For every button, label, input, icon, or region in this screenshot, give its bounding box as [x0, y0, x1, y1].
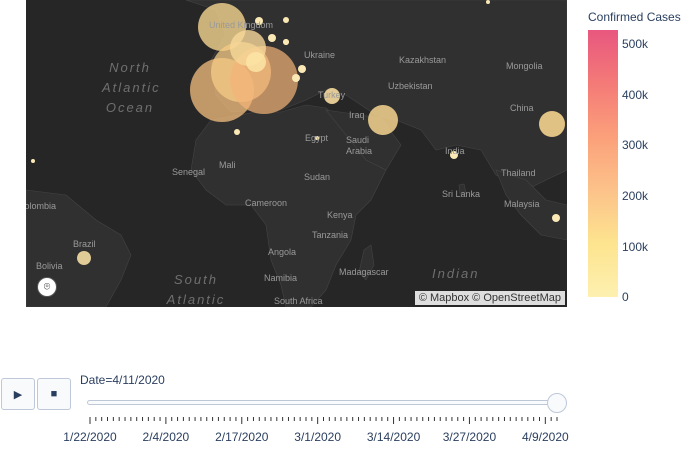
country-label-iraq: Iraq: [349, 110, 365, 120]
ocean-label-line: North: [109, 60, 151, 75]
colorbar-tick-300k: 300k: [622, 138, 649, 152]
bubble-ukraine[interactable]: [283, 39, 289, 45]
country-label-malaysia: Malaysia: [504, 199, 540, 209]
mapbox-logo-icon[interactable]: ⌾: [37, 277, 57, 297]
slider-ticks: [89, 417, 558, 424]
play-button[interactable]: ▶: [1, 378, 35, 410]
bubble-morocco[interactable]: [234, 129, 240, 135]
slider-tick-label: 3/1/2020: [294, 430, 342, 444]
bubble-malaysia[interactable]: [552, 214, 560, 222]
colorbar-tick-400k: 400k: [622, 88, 649, 102]
country-label-senegal: Senegal: [172, 167, 206, 177]
country-label-kenya: Kenya: [327, 210, 353, 220]
colorbar-gradient: [588, 30, 618, 297]
country-label-united-kingdom: United Kingdom: [209, 20, 274, 30]
slider-tick-label: 3/14/2020: [366, 430, 421, 444]
ocean-label-line: South: [174, 272, 218, 287]
country-label-south-africa: South Africa: [274, 296, 323, 306]
country-label-mongolia: Mongolia: [506, 61, 543, 71]
colorbar-tick-0: 0: [622, 290, 629, 304]
bubble-iran[interactable]: [368, 105, 398, 135]
slider-tick-label: 4/9/2020: [521, 430, 569, 444]
play-icon: ▶: [13, 388, 23, 401]
ocean-label-north-atlantic: North Atlantic Ocean: [102, 58, 161, 118]
country-label-uzbekistan: Uzbekistan: [388, 81, 433, 91]
stop-icon: ■: [50, 388, 58, 400]
ocean-label-indian: Indian: [432, 266, 480, 281]
bubble-china[interactable]: [539, 111, 565, 137]
bubble-finland[interactable]: [486, 0, 490, 4]
map-canvas: [26, 0, 567, 307]
country-label-egypt: Egypt: [305, 133, 329, 143]
slider-tick-label: 3/27/2020: [442, 430, 497, 444]
country-label-mali: Mali: [219, 160, 236, 170]
country-label-thailand: Thailand: [501, 168, 536, 178]
bubble-poland[interactable]: [268, 34, 276, 42]
ocean-label-line: Ocean: [105, 100, 155, 115]
country-label-india: India: [445, 146, 465, 156]
slider-current-value: Date=4/11/2020: [80, 373, 165, 387]
colorbar-tick-200k: 200k: [622, 189, 649, 203]
slider-tick-label: 2/17/2020: [215, 430, 269, 444]
bubble-brazil[interactable]: [77, 251, 91, 265]
country-label-china: China: [510, 103, 534, 113]
bubble-greece[interactable]: [298, 65, 306, 73]
stop-button[interactable]: ■: [37, 378, 71, 410]
country-label-saudi-arabia: Saudi Arabia: [346, 135, 373, 156]
ocean-label-line: Atlantic: [166, 292, 226, 307]
country-label-namibia: Namibia: [264, 273, 298, 283]
country-label-brazil: Brazil: [73, 239, 96, 249]
slider-tick-label: 2/4/2020: [142, 430, 190, 444]
bubble-ural[interactable]: [283, 17, 289, 23]
date-slider-handle[interactable]: [547, 393, 567, 413]
country-label-sri-lanka: Sri Lanka: [442, 189, 481, 199]
country-label-sudan: Sudan: [304, 172, 331, 182]
slider-tick-label: 1/22/2020: [63, 430, 117, 444]
country-label-cameroon: Cameroon: [245, 198, 288, 208]
country-label-madagascar: Madagascar: [339, 267, 389, 277]
country-label-angola: Angola: [268, 247, 297, 257]
bubble-balkans[interactable]: [292, 74, 300, 82]
ocean-label-line: Atlantic: [102, 80, 161, 95]
bubble-belgium[interactable]: [246, 52, 266, 72]
country-label-kazakhstan: Kazakhstan: [399, 55, 447, 65]
ocean-label-south-atlantic: South Atlantic: [156, 270, 236, 307]
country-label-turkey: Turkey: [318, 90, 346, 100]
colorbar-tick-500k: 500k: [622, 37, 649, 51]
map-attribution[interactable]: © Mapbox © OpenStreetMap: [414, 291, 565, 305]
date-slider-rail[interactable]: [87, 400, 557, 405]
colorbar-tick-100k: 100k: [622, 240, 649, 254]
country-label-ukraine: Ukraine: [304, 50, 336, 60]
map-panel[interactable]: United Kingdom Ukraine Kazakhstan Mongol…: [26, 0, 567, 307]
colorbar-title: Confirmed Cases: [588, 10, 681, 24]
bubble-caribbean[interactable]: [31, 159, 35, 163]
country-label-colombia: Colombia: [26, 201, 57, 211]
country-label-bolivia: Bolivia: [36, 261, 63, 271]
country-label-tanzania: Tanzania: [312, 230, 349, 240]
